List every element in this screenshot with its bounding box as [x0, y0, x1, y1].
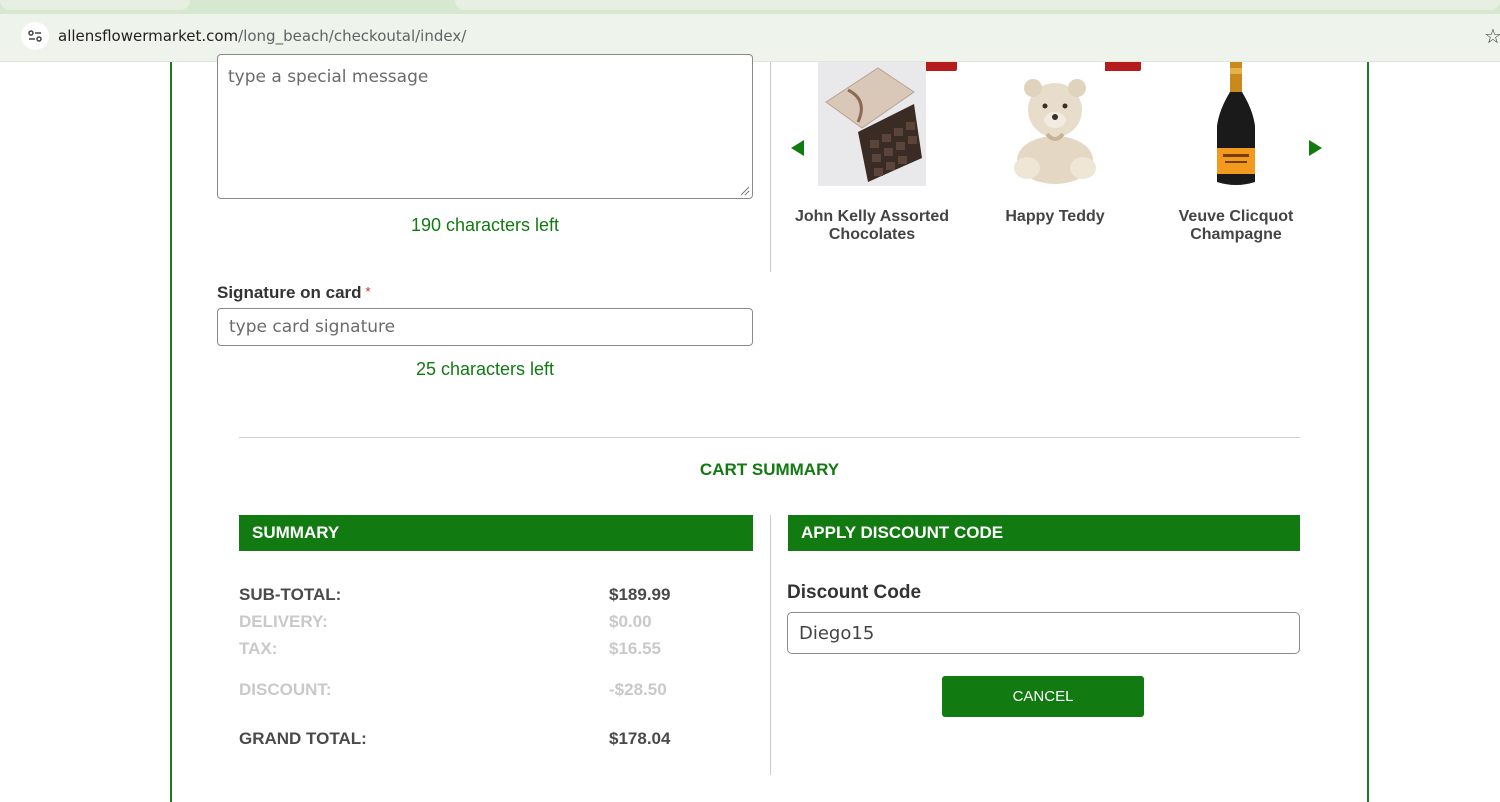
signature-chars-left: 25 characters left — [415, 359, 555, 379]
delivery-label: DELIVERY: — [239, 612, 328, 631]
required-mark: * — [365, 284, 371, 299]
bookmark-star-icon[interactable]: ☆ — [1484, 24, 1500, 49]
message-chars-left: 190 characters left — [410, 215, 560, 235]
addon-name[interactable]: Happy Teddy — [960, 208, 1150, 226]
discount-value: -$28.50 — [609, 680, 667, 699]
summary-divider — [770, 515, 771, 775]
discount-code-value: Diego15 — [799, 623, 875, 644]
champagne-bottle-image[interactable] — [1211, 62, 1261, 186]
signature-placeholder: type card signature — [229, 317, 396, 337]
browser-tab[interactable] — [0, 0, 190, 10]
discount-code-input[interactable]: Diego15 — [787, 612, 1300, 654]
carousel-prev-icon[interactable] — [791, 140, 804, 156]
special-message-textarea[interactable]: type a special message — [217, 54, 753, 199]
signature-input[interactable]: type card signature — [217, 308, 753, 346]
addon-name[interactable]: John Kelly Assorted Chocolates — [777, 208, 967, 244]
site-info-icon[interactable] — [21, 22, 49, 50]
page-content: type a special message 190 characters le… — [0, 54, 1500, 802]
url-text[interactable]: allensflowermarket.com/long_beach/checko… — [58, 27, 466, 45]
chocolate-box-image[interactable] — [818, 62, 926, 186]
cart-summary-title: CART SUMMARY — [699, 460, 840, 479]
summary-header: SUMMARY — [239, 515, 753, 551]
discount-label: DISCOUNT: — [239, 680, 332, 699]
delivery-value: $0.00 — [609, 612, 652, 631]
browser-tab-active[interactable] — [455, 0, 1500, 10]
url-host: allensflowermarket.com — [58, 27, 239, 45]
subtotal-value: $189.99 — [609, 585, 671, 604]
section-divider — [239, 437, 1300, 438]
url-path: /long_beach/checkoutal/index/ — [238, 27, 467, 45]
cancel-button[interactable]: CANCEL — [942, 676, 1144, 717]
subtotal-label: SUB-TOTAL: — [239, 585, 342, 604]
signature-label-text: Signature on card — [217, 283, 362, 302]
tax-value: $16.55 — [609, 639, 661, 658]
browser-tabstrip — [0, 0, 1500, 14]
tax-label: TAX: — [239, 639, 278, 658]
resize-handle-icon[interactable] — [740, 186, 750, 196]
grand-total-label: GRAND TOTAL: — [239, 729, 367, 748]
grand-total-value: $178.04 — [609, 729, 671, 748]
addon-name[interactable]: Veuve Clicquot Champagne — [1141, 208, 1331, 244]
column-divider — [770, 62, 771, 272]
carousel-next-icon[interactable] — [1309, 140, 1322, 156]
special-message-placeholder: type a special message — [228, 67, 429, 87]
signature-label: Signature on card * — [217, 283, 371, 303]
discount-code-label: Discount Code — [787, 582, 922, 603]
teddy-bear-image[interactable] — [1005, 62, 1105, 186]
discount-header: APPLY DISCOUNT CODE — [788, 515, 1300, 551]
